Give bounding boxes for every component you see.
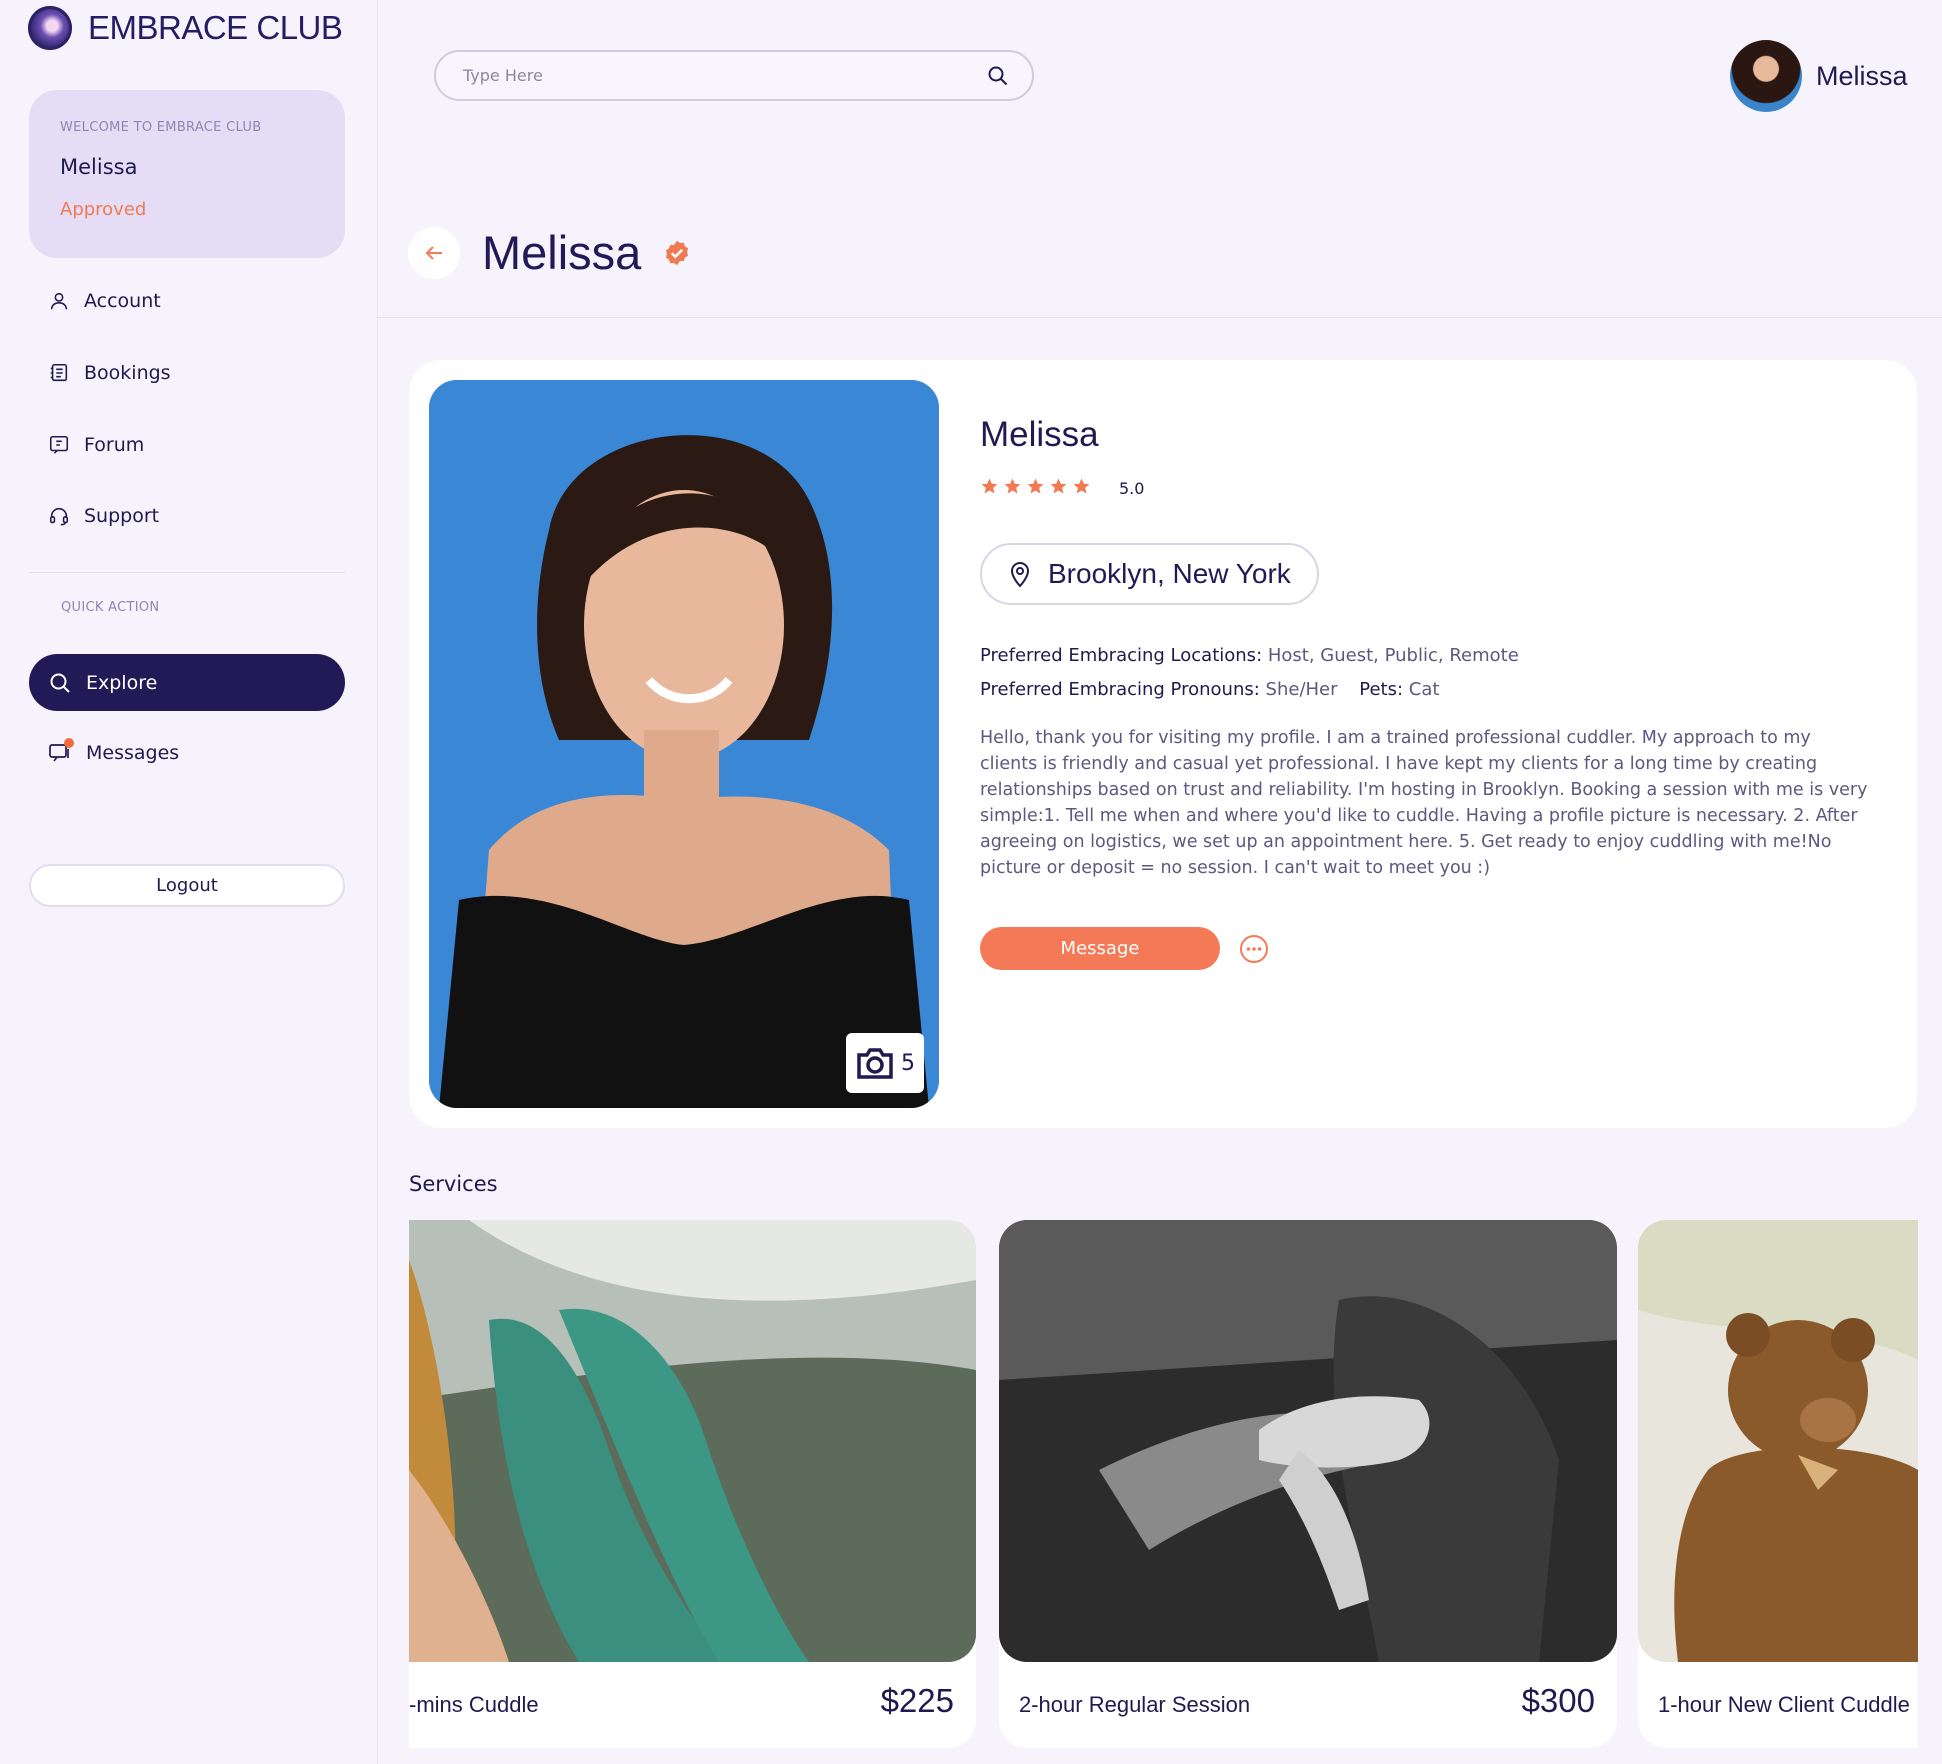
service-card[interactable]: -mins Cuddle $225 [409,1220,976,1748]
sidebar-item-messages[interactable]: Messages [48,738,180,765]
service-name: 2-hour Regular Session [1019,1692,1251,1717]
service-card[interactable]: 2-hour Regular Session $300 [999,1220,1617,1748]
photo-count: 5 [901,1050,915,1076]
preferred-locations-value: Host, Guest, Public, Remote [1267,645,1519,666]
sidebar: EMBRACE CLUB WELCOME TO EMBRACE CLUB Mel… [0,0,378,1764]
messages-icon-wrap [48,738,74,765]
headset-icon [49,507,69,526]
user-menu[interactable]: Melissa [1730,40,1908,112]
sidebar-item-bookings[interactable]: Bookings [48,362,171,384]
profile-photo-illustration [429,380,939,1108]
search-bar [434,50,1034,101]
page-title: Melissa [482,226,642,279]
sidebar-divider [29,572,345,573]
quick-action-label: QUICK ACTION [61,600,160,615]
service-price: $300 [1521,1682,1595,1719]
search-icon[interactable] [986,64,1010,88]
avatar [1730,40,1802,112]
sidebar-item-forum[interactable]: Forum [48,434,144,456]
star-icon [1073,478,1090,494]
service-image [409,1220,976,1662]
logout-button[interactable]: Logout [29,864,345,907]
notification-dot [64,738,74,748]
pronouns-label: Preferred Embracing Pronouns: [980,679,1260,700]
service-image-socks [409,1220,976,1662]
bookings-icon [50,363,68,382]
profile-photo[interactable]: 5 [429,380,939,1108]
sidebar-item-label: Support [84,505,160,527]
star-icon [1027,478,1044,494]
brand-name: EMBRACE CLUB [88,9,343,46]
service-image-hands [999,1220,1617,1662]
verified-badge [663,239,691,267]
star-icon [981,478,998,494]
brand[interactable]: EMBRACE CLUB [28,6,343,50]
forum-icon [49,435,69,454]
star-icon [1004,478,1021,494]
arrow-left-icon [425,245,442,260]
header-divider [378,317,1942,318]
preferred-pronouns: Preferred Embracing Pronouns: She/Her Pe… [980,679,1439,700]
brand-logo-icon [28,6,72,50]
sidebar-item-label: Forum [84,434,145,456]
explore-button[interactable]: Explore [29,654,345,711]
service-price: $225 [880,1682,954,1719]
more-horizontal-icon [1240,935,1268,963]
star-icon [1050,478,1067,494]
page-title-row: Melissa [408,225,691,280]
search-icon [50,673,70,693]
preferred-locations: Preferred Embracing Locations: Host, Gue… [980,645,1519,666]
more-options-button[interactable] [1239,934,1269,964]
location-pill: Brooklyn, New York [980,543,1319,605]
service-name: -mins Cuddle [409,1692,539,1717]
sidebar-item-label: Bookings [84,362,171,384]
message-button[interactable]: Message [980,927,1220,970]
welcome-user-name: Melissa [60,155,138,179]
header-user-name: Melissa [1816,60,1908,91]
pronouns-value: She/Her [1265,679,1338,700]
services-title: Services [409,1172,498,1196]
photo-count-badge[interactable]: 5 [846,1033,924,1093]
explore-label: Explore [86,671,158,694]
service-card[interactable]: 1-hour New Client Cuddle [1638,1220,1918,1748]
sidebar-item-label: Messages [86,742,180,764]
sidebar-item-support[interactable]: Support [48,505,159,527]
rating-value: 5.0 [1119,479,1145,498]
approval-status: Approved [60,199,147,220]
location-text: Brooklyn, New York [1048,558,1291,589]
map-pin-icon [1010,562,1030,588]
profile-name: Melissa [980,415,1099,454]
rating: 5.0 [980,475,1144,498]
user-icon [50,292,68,310]
sidebar-item-account[interactable]: Account [48,290,161,312]
back-button[interactable] [408,226,460,279]
verified-icon [666,240,689,265]
pets-value: Cat [1408,679,1440,700]
profile-bio: Hello, thank you for visiting my profile… [980,728,1868,878]
service-image [999,1220,1617,1662]
service-name: 1-hour New Client Cuddle [1658,1692,1910,1717]
service-image [1638,1220,1918,1662]
sidebar-item-label: Account [84,290,161,312]
search-input[interactable] [463,66,986,85]
pets-label: Pets: [1359,679,1404,700]
service-image-teddy-bear [1638,1220,1918,1662]
camera-icon [857,1048,893,1079]
welcome-label: WELCOME TO EMBRACE CLUB [60,120,262,135]
welcome-card: WELCOME TO EMBRACE CLUB Melissa Approved [29,90,345,258]
preferred-locations-label: Preferred Embracing Locations: [980,645,1263,666]
profile-card: 5 Melissa 5.0 Brooklyn, New York Preferr… [409,360,1917,1128]
